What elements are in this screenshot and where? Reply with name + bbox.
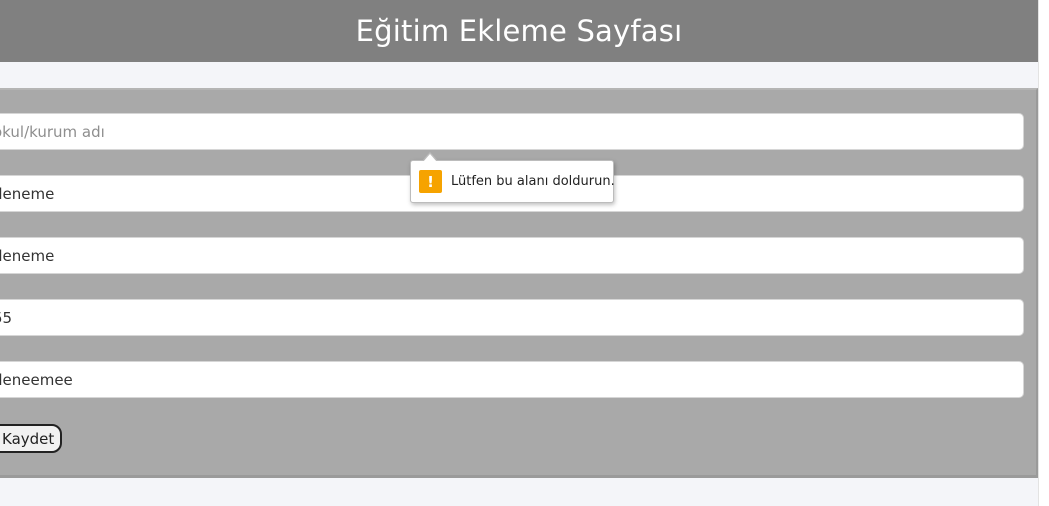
warning-icon: ! (419, 170, 442, 193)
tooltip-arrow-inner (423, 154, 437, 162)
education-form (0, 88, 1038, 478)
page-header: Eğitim Ekleme Sayfası (0, 0, 1038, 62)
form-field-4[interactable] (0, 299, 1024, 336)
form-field-5[interactable] (0, 361, 1024, 398)
save-button[interactable]: Kaydet (0, 424, 63, 453)
page-title: Eğitim Ekleme Sayfası (355, 14, 683, 48)
school-name-field[interactable] (0, 113, 1024, 150)
validation-tooltip: ! Lütfen bu alanı doldurun. (410, 160, 615, 203)
form-field-3[interactable] (0, 237, 1024, 274)
validation-message: Lütfen bu alanı doldurun. (451, 174, 615, 189)
scrollbar-track[interactable] (1038, 0, 1049, 506)
